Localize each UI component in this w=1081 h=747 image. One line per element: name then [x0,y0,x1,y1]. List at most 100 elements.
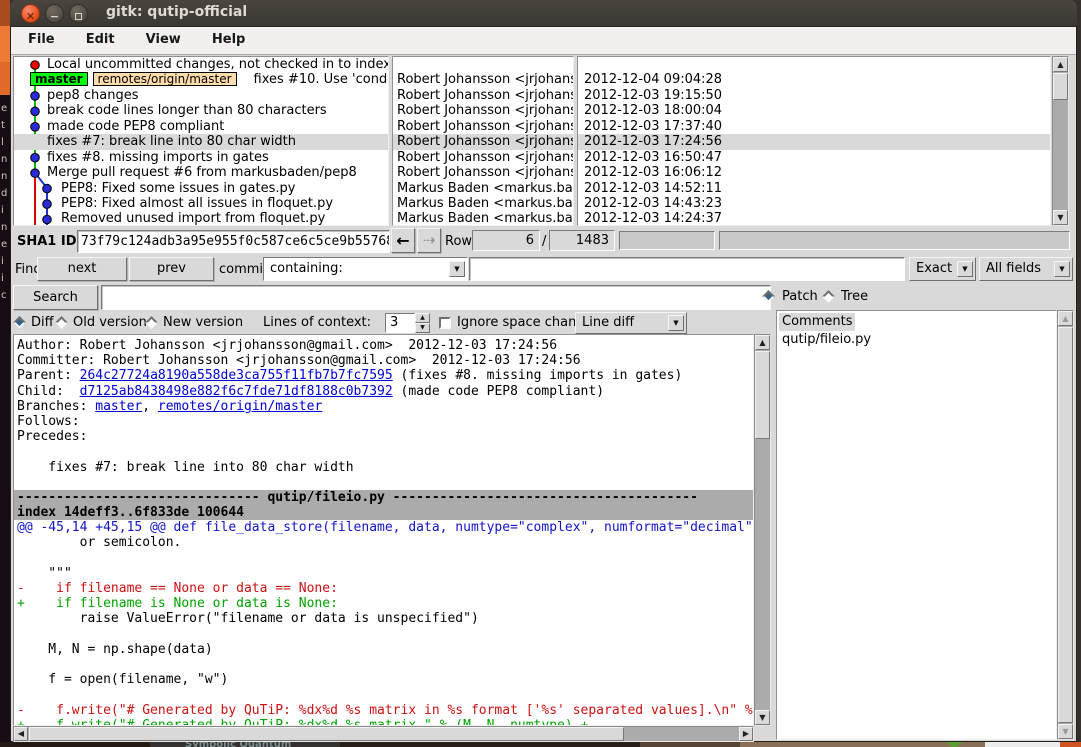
file-list-item[interactable]: Comments [779,313,855,331]
commit-row-subject[interactable]: fixes #7: break line into 80 char width [14,134,388,149]
commit-date-column[interactable]: 2012-12-04 09:04:282012-12-03 19:15:5020… [577,56,1051,226]
parent-sha-link[interactable]: 264c27724a8190a558de3ca755f11fb7b7fc7595 [80,368,393,383]
scrollbar-thumb[interactable] [1058,327,1073,723]
scroll-down-icon[interactable]: ▼ [1053,210,1068,225]
chevron-down-icon[interactable]: ▼ [957,261,973,277]
scrollbar-thumb[interactable] [755,351,770,439]
commit-row-date[interactable]: 2012-12-03 18:00:04 [578,103,1050,118]
commit-row-author[interactable]: Markus Baden <markus.bade [393,181,573,196]
match-fields-dropdown[interactable]: All fields ▼ [979,257,1073,281]
scroll-down-icon[interactable]: ▼ [1058,724,1073,739]
diff-radio-label[interactable]: Diff [31,315,54,330]
commit-row-subject[interactable]: made code PEP8 compliant [14,119,388,134]
commit-author-column[interactable]: Robert Johansson <jrjohanssoRobert Johan… [392,56,574,226]
menu-view[interactable]: View [133,27,194,47]
old-version-label[interactable]: Old version [73,315,147,330]
scrollbar-thumb[interactable] [29,727,624,741]
commit-row-date[interactable]: 2012-12-03 17:37:40 [578,119,1050,134]
branch-ref-label[interactable]: master [30,72,88,86]
commit-row-author[interactable]: Robert Johansson <jrjohansso [393,72,573,87]
diff-radio[interactable] [13,316,26,329]
context-lines-input[interactable]: 3 [385,313,415,333]
commit-row-subject[interactable]: Merge pull request #6 from markusbaden/p… [14,165,388,180]
maximize-button[interactable] [69,4,88,23]
commit-row-author[interactable]: Robert Johansson <jrjohansso [393,134,573,149]
commit-row-subject[interactable]: PEP8: Fixed almost all issues in floquet… [14,196,388,211]
patch-radio-label[interactable]: Patch [782,289,818,304]
tree-radio[interactable] [822,290,835,303]
commit-row-subject[interactable]: Local uncommitted changes, not checked i… [14,57,388,72]
old-version-radio[interactable] [55,316,68,329]
find-input[interactable] [469,257,905,281]
commit-row-subject[interactable]: Removed unused import from floquet.py [14,211,388,226]
sha1-input[interactable]: 73f79c124adb3a95e955f0c587ce6c5ce9b55768 [77,230,390,253]
commit-row-author[interactable]: Robert Johansson <jrjohansso [393,150,573,165]
commit-row-subject[interactable]: pep8 changes [14,88,388,103]
commit-row-subject[interactable]: PEP8: Fixed some issues in gates.py [14,181,388,196]
new-version-radio[interactable] [145,316,158,329]
new-version-label[interactable]: New version [163,315,243,330]
commit-row-date[interactable]: 2012-12-03 19:15:50 [578,88,1050,103]
ignore-space-checkbox[interactable] [439,317,451,329]
commit-row-date[interactable] [578,57,1050,72]
chevron-down-icon[interactable]: ▼ [668,315,684,331]
history-forward-button[interactable]: ⇢ [417,228,441,253]
commit-graph-column[interactable]: Local uncommitted changes, not checked i… [13,56,389,226]
commit-row-date[interactable]: 2012-12-03 16:50:47 [578,150,1050,165]
menu-file[interactable]: File [15,27,68,47]
scrollbar-thumb[interactable] [1053,73,1068,100]
commit-row-subject[interactable]: fixes #8. missing imports in gates [14,150,388,165]
commit-row-author[interactable]: Robert Johansson <jrjohansso [393,103,573,118]
spin-up-icon[interactable]: ▲ [415,313,430,323]
commit-row-date[interactable]: 2012-12-03 14:52:11 [578,181,1050,196]
detail-hscrollbar[interactable]: ◀ ▶ [13,726,754,742]
file-list-scrollbar[interactable]: ▲ ▼ [1057,310,1074,740]
commit-list-scrollbar[interactable]: ▲ ▼ [1052,56,1069,226]
minimize-button[interactable]: − [45,4,64,23]
menu-edit[interactable]: Edit [73,27,128,47]
commit-row-date[interactable]: 2012-12-03 14:24:37 [578,211,1050,226]
close-button[interactable]: ✕ [21,4,40,23]
commit-row-date[interactable]: 2012-12-03 14:43:23 [578,196,1050,211]
scroll-left-icon[interactable]: ◀ [14,727,28,741]
chevron-down-icon[interactable]: ▼ [449,261,465,277]
ignore-space-label[interactable]: Ignore space change [457,315,593,330]
commit-row-author[interactable]: Robert Johansson <jrjohansso [393,88,573,103]
child-sha-link[interactable]: d7125ab8438498e882f6c7fde71df8188c0b7392 [80,384,393,399]
scroll-down-icon[interactable]: ▼ [755,710,770,725]
tree-radio-label[interactable]: Tree [841,289,868,304]
commit-row-author[interactable] [393,57,573,72]
menu-help[interactable]: Help [199,27,258,47]
match-mode-dropdown[interactable]: containing: ▼ [263,257,468,281]
row-current-field[interactable]: 6 [472,230,540,251]
commit-row-author[interactable]: Markus Baden <markus.bade [393,196,573,211]
commit-row-author[interactable]: Robert Johansson <jrjohansso [393,119,573,134]
remote-ref-label[interactable]: remotes/origin/master [93,72,237,86]
history-back-button[interactable]: ← [391,228,415,253]
spin-down-icon[interactable]: ▼ [415,323,430,333]
find-next-button[interactable]: next [37,257,127,281]
file-list-item[interactable]: qutip/fileio.py [779,331,874,349]
commit-row-date[interactable]: 2012-12-03 16:06:12 [578,165,1050,180]
find-prev-button[interactable]: prev [129,257,214,281]
commit-row-date[interactable]: 2012-12-04 09:04:28 [578,72,1050,87]
scroll-right-icon[interactable]: ▶ [739,727,753,741]
branch-remote-link[interactable]: remotes/origin/master [158,399,322,414]
commit-row-author[interactable]: Robert Johansson <jrjohansso [393,165,573,180]
patch-radio[interactable] [762,290,775,303]
commit-detail-panel[interactable]: Author: Robert Johansson <jrjohansson@gm… [13,334,754,726]
chevron-down-icon[interactable]: ▼ [1054,261,1070,277]
detail-vscrollbar[interactable]: ▲ ▼ [754,334,771,726]
commit-row-subject[interactable]: break code lines longer than 80 characte… [14,103,388,118]
scroll-up-icon[interactable]: ▲ [755,335,770,350]
scroll-up-icon[interactable]: ▲ [1053,57,1068,72]
file-list-panel[interactable]: Commentsqutip/fileio.py [776,310,1057,740]
scroll-up-icon[interactable]: ▲ [1058,311,1073,326]
commit-row-subject[interactable]: masterremotes/origin/masterfixes #10. Us… [14,72,388,87]
diff-mode-dropdown[interactable]: Line diff ▼ [575,312,687,334]
title-bar[interactable]: ✕ − gitk: qutip-official [10,0,1077,27]
branch-master-link[interactable]: master [95,399,142,414]
match-type-dropdown[interactable]: Exact ▼ [909,257,976,281]
commit-row-date[interactable]: 2012-12-03 17:24:56 [578,134,1050,149]
commit-row-author[interactable]: Markus Baden <markus.bade [393,211,573,226]
